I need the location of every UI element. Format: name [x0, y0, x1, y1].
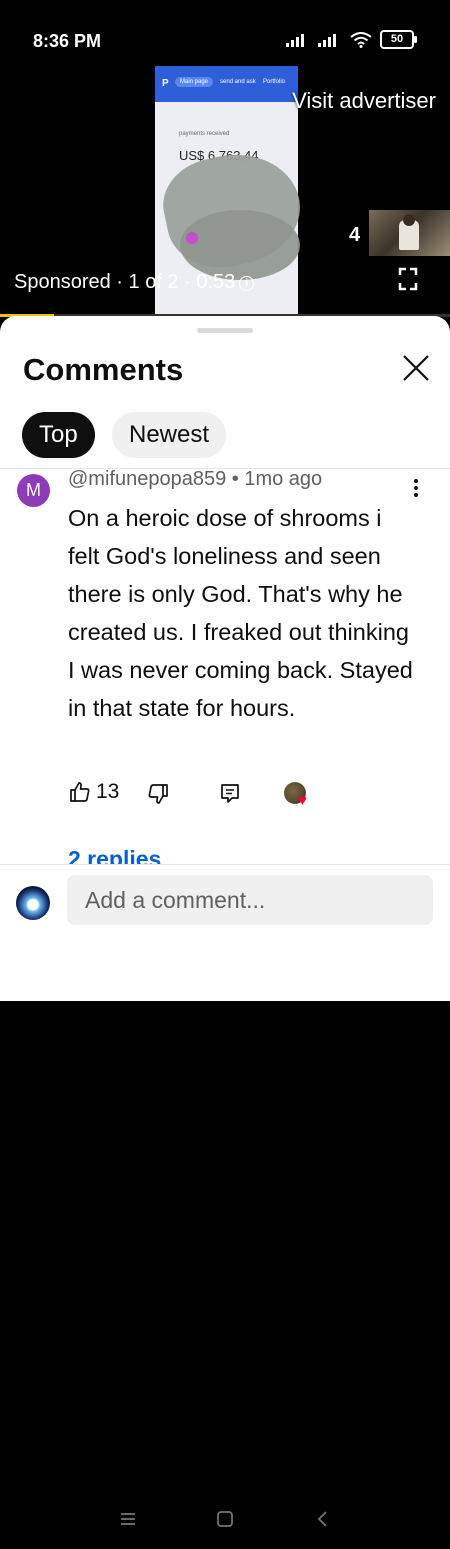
close-icon[interactable] [400, 352, 432, 384]
info-icon[interactable]: i [239, 276, 255, 291]
avatar[interactable]: M [17, 474, 50, 507]
comment-time: • 1mo ago [226, 468, 323, 490]
creator-heart-avatar: ♥ [284, 782, 307, 808]
comment-text: On a heroic dose of shrooms i felt God's… [68, 505, 413, 721]
skip-countdown: 4 [349, 224, 361, 246]
wifi-icon [350, 31, 372, 48]
ad-frame-tab-main: Main page [175, 77, 214, 87]
replies-link[interactable]: 2 replies [68, 846, 161, 864]
battery-icon: 50 [380, 30, 417, 49]
chip-top[interactable]: Top [22, 412, 95, 458]
sponsored-label: Sponsored · 1 of 2 · 0:53 i [14, 271, 255, 294]
drag-handle[interactable] [197, 328, 253, 333]
home-icon[interactable] [215, 1509, 235, 1529]
system-nav-bar [0, 1503, 450, 1549]
ad-frame-tab-send: send and ask [220, 79, 256, 85]
menu-icon[interactable] [118, 1509, 138, 1529]
fullscreen-icon[interactable] [398, 267, 418, 291]
paypal-logo-icon: P [162, 78, 169, 89]
comments-title: Comments [23, 352, 184, 387]
next-video-thumbnail[interactable] [369, 210, 450, 256]
comments-sheet: Comments Top Newest M @mifunepopa859 • 1… [0, 316, 450, 1527]
thumb-up-icon [70, 782, 90, 802]
sponsored-text: Sponsored · 1 of 2 · 0:53 [14, 271, 236, 293]
back-icon[interactable] [313, 1509, 333, 1529]
hand-image [180, 210, 300, 280]
comment-author[interactable]: @mifunepopa859 [68, 468, 226, 490]
comment-actions: 13 ♥ [68, 780, 328, 810]
add-comment-input[interactable] [67, 875, 433, 925]
like-count: 13 [96, 780, 120, 803]
thumb-down-icon[interactable] [146, 782, 170, 806]
signal-icon [318, 33, 336, 47]
compose-bar [0, 864, 450, 1527]
ad-frame-topbar: P Main page send and ask Portfolio [155, 66, 298, 102]
status-time: 8:36 PM [33, 31, 102, 51]
video-player[interactable]: P Main page send and ask Portfolio payme… [0, 60, 450, 317]
user-avatar[interactable] [16, 886, 50, 920]
chip-newest[interactable]: Newest [112, 412, 227, 458]
thumbnail-head [403, 214, 415, 226]
signal-icon [286, 33, 304, 47]
ad-frame-tab-portfolio: Portfolio [263, 79, 286, 85]
heart-icon: ♥ [298, 792, 307, 809]
ad-frame-payments-label: payments received [179, 131, 230, 137]
status-icons: 50 [286, 30, 417, 49]
more-vertical-icon[interactable] [406, 476, 426, 500]
ad-frame-dot [186, 232, 198, 244]
comment-meta: @mifunepopa859 • 1mo ago [68, 468, 322, 491]
like-button[interactable]: 13 [68, 780, 119, 804]
reply-icon[interactable] [218, 782, 242, 806]
visit-advertiser-link[interactable]: Visit advertiser [292, 88, 436, 114]
